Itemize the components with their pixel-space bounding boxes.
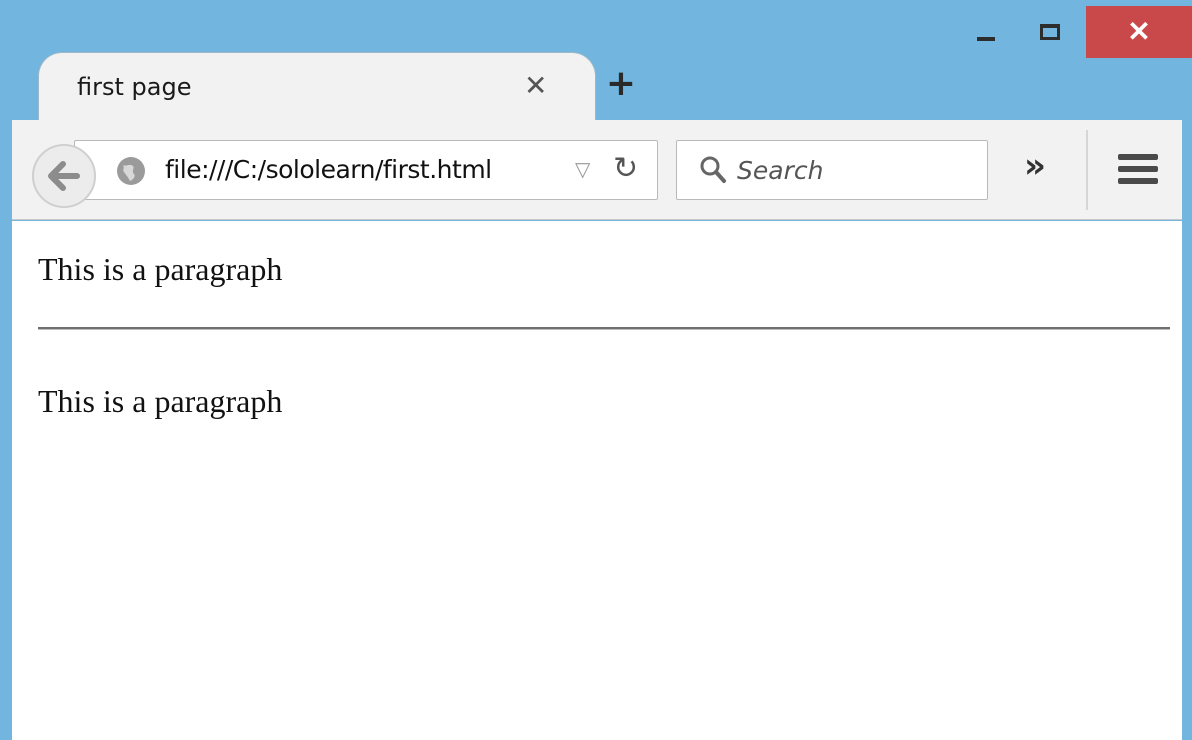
minimize-icon [977,37,995,41]
horizontal-rule [38,327,1170,330]
page-content: This is a paragraph This is a paragraph [12,221,1182,740]
tab-first-page[interactable]: first page ✕ [38,52,596,124]
reload-icon[interactable]: ↻ [613,151,638,186]
back-button[interactable] [32,144,96,208]
maximize-icon [1040,24,1060,40]
minimize-button[interactable] [960,6,1012,58]
toolbar-separator [1086,130,1088,210]
globe-icon [117,157,145,185]
overflow-menu-icon[interactable]: » [1024,146,1046,186]
close-icon: ✕ [1127,16,1151,47]
search-placeholder: Search [737,156,824,185]
close-window-button[interactable]: ✕ [1086,6,1192,58]
search-input[interactable]: Search [676,140,988,200]
paragraph: This is a paragraph [38,251,283,287]
paragraph: This is a paragraph [38,383,283,419]
search-icon [700,156,726,183]
menu-icon[interactable] [1118,154,1158,184]
address-bar[interactable]: file:///C:/sololearn/first.html ▽ ↻ [74,140,658,200]
url-text[interactable]: file:///C:/sololearn/first.html [165,155,492,184]
maximize-button[interactable] [1020,6,1080,58]
back-arrow-icon [48,161,80,191]
tab-title: first page [77,73,192,101]
tab-close-icon[interactable]: ✕ [524,69,547,102]
new-tab-button[interactable]: + [605,64,637,104]
navigation-toolbar: file:///C:/sololearn/first.html ▽ ↻ Sear… [12,120,1182,220]
history-dropdown-icon[interactable]: ▽ [575,157,590,182]
